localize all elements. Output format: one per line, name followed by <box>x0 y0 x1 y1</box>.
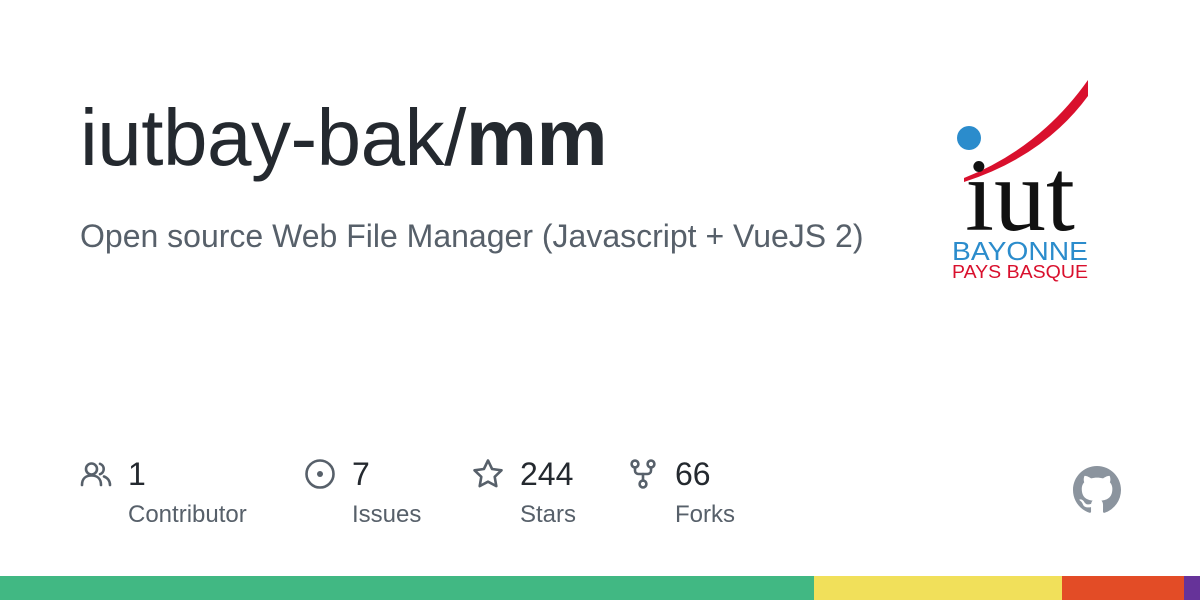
stat-forks-label: Forks <box>675 501 735 528</box>
stat-issues-value: 7 <box>352 456 370 492</box>
language-segment-2 <box>813 576 1062 600</box>
repo-owner: iutbay-bak/ <box>80 93 466 182</box>
repo-name: mm <box>465 93 608 182</box>
owner-logo: iut BAYONNE PAYS BASQUE <box>940 78 1100 283</box>
language-bar <box>0 576 1200 600</box>
language-segment-1 <box>0 576 814 600</box>
stat-stars-value: 244 <box>520 456 574 492</box>
language-segment-4 <box>1184 576 1200 600</box>
issue-icon <box>304 458 336 490</box>
stat-stars-label: Stars <box>520 501 577 528</box>
stat-forks-value: 66 <box>675 456 711 492</box>
language-segment-3 <box>1061 576 1185 600</box>
stat-issues-label: Issues <box>352 501 422 528</box>
stat-contributors-label: Contributor <box>128 501 247 528</box>
star-icon <box>472 458 504 490</box>
repo-description: Open source Web File Manager (Javascript… <box>80 218 864 254</box>
repo-title: iutbay-bak/mm <box>80 88 608 188</box>
logo-line-pays-basque: PAYS BASQUE <box>952 262 1088 282</box>
people-icon <box>80 458 112 490</box>
stat-contributors-value: 1 <box>128 456 146 492</box>
fork-icon <box>627 458 659 490</box>
github-mark-icon[interactable] <box>1073 466 1121 514</box>
